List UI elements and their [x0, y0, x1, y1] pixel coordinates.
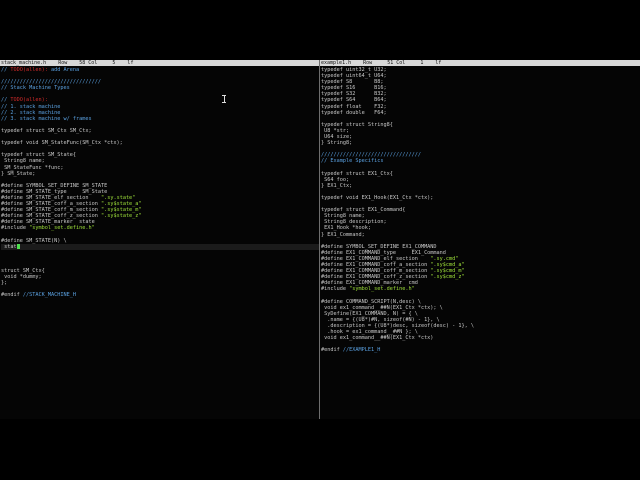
code-text: #define EX1_COMMAND_marker cmd [321, 280, 418, 287]
code-text: #define EX1_COMMAND_coff_z_section [321, 274, 431, 281]
code-text: String8 description; [321, 219, 387, 226]
right-editor-panel[interactable]: example1.h Row 51 Col 1 lf typedef uint3… [320, 60, 640, 419]
inline-comment: //STACK_MACHINE_H [22, 292, 76, 299]
string-literal: ".sy$state_m" [100, 207, 142, 214]
code-text: #define SYMBOL_SET_DEFINE SM_STATE [1, 182, 108, 189]
code-text: void ex1_command__##N(EX1_Ctx *ctx) [321, 335, 434, 342]
code-text: U8 *str; [321, 127, 350, 134]
code-line[interactable]: #endif //STACK_MACHINE_H [1, 292, 320, 298]
code-text: .description = {(U8*)desc, sizeof(desc) … [321, 322, 475, 329]
code-text: SyDefine(EX1_COMMAND, N) = { \ [321, 310, 418, 317]
code-text: #define SM_STATE_coff_m_section [1, 207, 101, 214]
string-literal: ".sy$cmd_a" [430, 262, 465, 268]
todo-keyword: TODO(allen): [10, 67, 48, 73]
code-text: typedef uint32_t U32; [321, 67, 387, 73]
code-text: #define SM_STATE_marker state [1, 219, 95, 226]
code-text: #endif [1, 292, 23, 299]
code-text: // 2. stack machine [1, 109, 61, 116]
mouse-ibeam-icon [222, 95, 226, 103]
string-literal: ".sy.cmd" [430, 255, 459, 262]
code-text: typedef struct EX1_Ctx{ [321, 170, 393, 177]
code-text: stat [1, 243, 17, 250]
code-text: typedef struct SM_State{ [1, 152, 76, 159]
code-line[interactable]: #endif //EXAMPLE1_H [321, 347, 640, 353]
string-literal: ".sy$cmd_m" [430, 268, 465, 275]
code-text: typedef struct SM_Ctx SM_Ctx; [1, 127, 92, 134]
code-text: } SM_State; [1, 170, 36, 177]
code-text: #define SM_STATE_elf_section [1, 194, 101, 201]
code-text: typedef double F64; [321, 109, 387, 116]
code-text: .hook = ex1_command__##N }; \ [321, 329, 418, 336]
code-text: #define SM_STATE(N) \ [1, 237, 67, 244]
code-text: #define EX1_COMMAND_coff_a_section [321, 262, 431, 268]
code-text: void *dummy; [1, 274, 42, 281]
string-literal: "symbol_set.define.h" [349, 286, 415, 293]
code-text: typedef struct String8{ [321, 121, 393, 128]
code-text: // Example Specifics [321, 158, 384, 165]
comment-text: add Arena [47, 67, 80, 73]
left-editor-panel[interactable]: stack_machine.h Row 58 Col 5 lf // TODO(… [0, 60, 320, 419]
code-text: typedef void EX1_Hook(EX1_Ctx *ctx); [321, 194, 434, 201]
code-text: #define SM_STATE_coff_a_section [1, 201, 101, 208]
todo-keyword: TODO(allen): [10, 97, 48, 104]
code-text: #endif [321, 347, 343, 354]
left-code-view[interactable]: // TODO(allen): add Arena///////////////… [0, 66, 320, 299]
code-text: typedef S32 B32; [321, 91, 387, 98]
code-text: typedef S8 B8; [321, 79, 384, 86]
code-text: // 3. stack machine w/ frames [1, 115, 92, 122]
code-text: #define SYMBOL_SET_DEFINE EX1_COMMAND [321, 243, 437, 250]
code-text: } EX1_Ctx; [321, 182, 353, 189]
code-text: // [1, 67, 11, 73]
code-text: #define SM_STATE_coff_z_section [1, 213, 101, 220]
code-text: // 1. stack machine [1, 103, 61, 110]
code-text: S64 foo; [321, 176, 350, 183]
code-text: typedef S16 B16; [321, 85, 387, 92]
string-literal: ".sy.state" [100, 194, 136, 201]
code-text: #define COMMAND_SCRIPT(N,desc) \ [321, 298, 421, 305]
code-text: }; [1, 280, 8, 287]
code-text: typedef void SM_StateFunc(SM_Ctx *ctx); [1, 140, 123, 147]
code-text: #include [1, 225, 30, 232]
code-text: U64 size; [321, 134, 353, 141]
code-text: #define EX1_COMMAND_type EX1_Command [321, 249, 446, 256]
code-text: #define SM_STATE_type SM_State [1, 188, 108, 195]
code-text: EX1_Hook *hook; [321, 225, 371, 232]
code-text: #include [321, 286, 350, 293]
code-text: // [1, 97, 11, 104]
code-text: typedef uint64_t U64; [321, 73, 387, 80]
code-text: typedef float F32; [321, 103, 387, 110]
string-literal: "symbol_set.define.h" [29, 225, 95, 232]
text-cursor [16, 243, 20, 249]
inline-comment: //EXAMPLE1_H [342, 347, 381, 354]
code-text: #define EX1_COMMAND_elf_section [321, 255, 431, 262]
right-code-view[interactable]: typedef uint32_t U32; typedef uint64_t U6… [320, 66, 640, 353]
code-text: #define EX1_COMMAND_coff_m_section [321, 268, 431, 275]
string-literal: ".sy$state_a" [100, 201, 142, 208]
code-text: void ex1_command__##N(EX1_Ctx *ctx); \ [321, 304, 443, 311]
code-text: } EX1_Command; [321, 231, 365, 238]
code-text: // Stack Machine Types [1, 85, 70, 92]
code-text: } String8; [321, 140, 353, 147]
code-text: typedef struct EX1_Command{ [321, 207, 406, 214]
string-literal: ".sy$state_z" [100, 213, 142, 220]
code-text: String8 name; [321, 213, 365, 220]
code-text: .name = {(U8*)#N, sizeof(#N) - 1}, \ [321, 316, 440, 323]
code-text: typedef S64 B64; [321, 97, 387, 104]
code-text: struct SM_Ctx{ [1, 268, 45, 275]
string-literal: ".sy$cmd_z" [430, 274, 465, 281]
code-text: //////////////////////////////// [321, 152, 421, 159]
code-text: String8 name; [1, 158, 45, 165]
code-text: //////////////////////////////// [1, 79, 101, 86]
code-text: SM_StateFunc *func; [1, 164, 64, 171]
